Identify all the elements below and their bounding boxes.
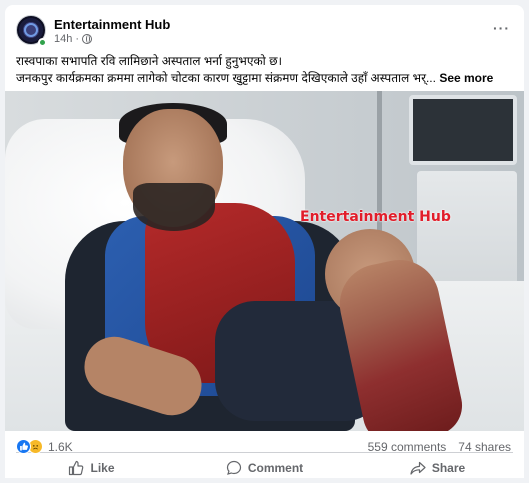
post-time[interactable]: 14h — [54, 33, 72, 45]
online-status-icon — [38, 38, 47, 47]
share-label: Share — [431, 461, 466, 475]
like-label: Like — [90, 461, 115, 475]
post-header: Entertainment Hub 14h · ··· — [5, 5, 524, 49]
like-button[interactable]: Like — [5, 453, 178, 483]
comment-label: Comment — [247, 461, 304, 475]
page-name-link[interactable]: Entertainment Hub — [54, 17, 170, 32]
caption-line-1: रास्वपाका सभापति रवि लामिछाने अस्पताल भर… — [16, 54, 283, 68]
see-more-link[interactable]: See more — [439, 71, 493, 85]
like-reaction-icon — [16, 439, 31, 454]
post-card: Entertainment Hub 14h · ··· रास्वपाका सभ… — [5, 5, 524, 478]
more-options-button[interactable]: ··· — [493, 20, 510, 36]
share-arrow-icon — [410, 461, 426, 475]
post-meta: 14h · — [54, 33, 93, 45]
globe-icon — [82, 34, 93, 44]
post-actions: Like Comment Share — [5, 453, 524, 483]
comment-button[interactable]: Comment — [178, 453, 351, 483]
caption-line-2-text: जनकपुर कार्यक्रमका क्रममा लागेको चोटका क… — [16, 71, 436, 85]
image-monitor — [409, 95, 517, 165]
comment-bubble-icon — [226, 460, 241, 475]
avatar-logo-icon — [24, 23, 38, 37]
caption-line-2: जनकपुर कार्यक्रमका क्रममा लागेको चोटका क… — [16, 70, 516, 87]
thumbs-up-icon — [69, 460, 84, 476]
post-caption: रास्वपाका सभापति रवि लामिछाने अस्पताल भर… — [16, 53, 516, 87]
image-watermark: Entertainment Hub — [300, 209, 451, 225]
image-beard — [133, 183, 215, 231]
post-image[interactable]: Entertainment Hub — [5, 91, 524, 431]
meta-separator: · — [75, 33, 80, 45]
share-button[interactable]: Share — [351, 453, 524, 483]
